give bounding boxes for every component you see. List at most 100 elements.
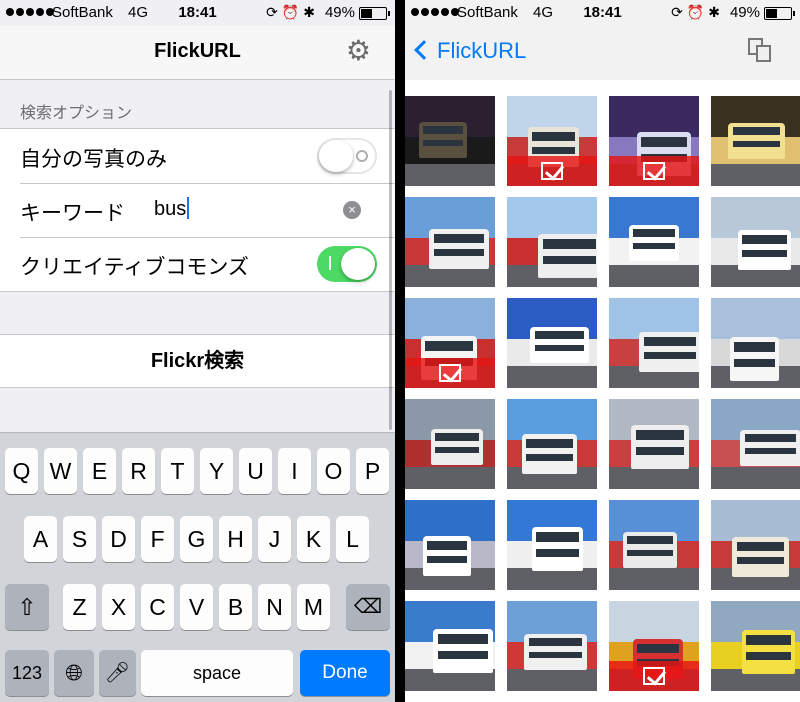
thumbnail-road <box>507 668 597 691</box>
thumbnail-sky <box>711 298 800 339</box>
thumbnail-sky <box>507 197 597 238</box>
microphone-icon[interactable]: 🎤︎ <box>99 650 136 696</box>
key-j[interactable]: J <box>258 516 291 562</box>
photo-thumbnail[interactable] <box>507 399 597 489</box>
key-m[interactable]: M <box>297 584 330 630</box>
key-v[interactable]: V <box>180 584 213 630</box>
chevron-left-icon <box>414 40 434 60</box>
photo-thumbnail[interactable] <box>405 500 495 590</box>
keyboard: Q W E R T Y U I O P A S D F G H J K L ⇧ … <box>0 432 395 702</box>
key-c[interactable]: C <box>141 584 174 630</box>
photo-thumbnail[interactable] <box>405 298 495 388</box>
photo-thumbnail[interactable] <box>507 601 597 691</box>
flickr-search-button[interactable]: Flickr検索 <box>0 334 395 388</box>
battery-icon <box>359 7 390 20</box>
gear-icon[interactable]: ⚙ <box>346 34 371 67</box>
search-screen: SoftBank 4G 18:41 ⟳⏰✱ 49% FlickURL ⚙ 検索オ… <box>0 0 395 702</box>
bus-image <box>431 429 483 465</box>
key-u[interactable]: U <box>239 448 272 494</box>
checkmark-icon <box>541 162 563 180</box>
numbers-key[interactable]: 123 <box>5 650 49 696</box>
photo-thumbnail[interactable] <box>711 197 800 287</box>
photo-thumbnail[interactable] <box>507 500 597 590</box>
key-n[interactable]: N <box>258 584 291 630</box>
photo-thumbnail[interactable] <box>609 601 699 691</box>
photo-thumbnail[interactable] <box>711 500 800 590</box>
thumbnail-road <box>711 466 800 489</box>
key-g[interactable]: G <box>180 516 213 562</box>
done-key[interactable]: Done <box>300 650 390 696</box>
key-o[interactable]: O <box>317 448 350 494</box>
photo-thumbnail[interactable] <box>711 601 800 691</box>
key-r[interactable]: R <box>122 448 155 494</box>
key-f[interactable]: F <box>141 516 174 562</box>
key-y[interactable]: Y <box>200 448 233 494</box>
photo-thumbnail[interactable] <box>609 500 699 590</box>
thumbnail-sky <box>405 500 495 541</box>
space-key[interactable]: space <box>141 650 293 696</box>
back-button[interactable]: FlickURL <box>414 38 526 64</box>
key-w[interactable]: W <box>44 448 77 494</box>
photo-thumbnail[interactable] <box>711 96 800 186</box>
photo-thumbnail[interactable] <box>609 399 699 489</box>
copy-icon[interactable] <box>748 38 774 64</box>
key-x[interactable]: X <box>102 584 135 630</box>
own-photos-toggle[interactable] <box>317 138 377 174</box>
creative-commons-row: クリエイティブコモンズ <box>0 237 395 291</box>
bus-image <box>419 122 467 158</box>
bus-image <box>631 425 689 469</box>
text-cursor <box>187 197 190 219</box>
key-b[interactable]: B <box>219 584 252 630</box>
key-l[interactable]: L <box>336 516 369 562</box>
options-table: 自分の写真のみ キーワード bus × クリエイティブコモンズ <box>0 128 395 292</box>
battery-percent: 49% <box>324 4 355 21</box>
photo-thumbnail[interactable] <box>507 96 597 186</box>
photo-thumbnail[interactable] <box>609 197 699 287</box>
status-icons: ⟳⏰✱ <box>671 4 724 20</box>
key-e[interactable]: E <box>83 448 116 494</box>
status-bar: SoftBank 4G 18:41 ⟳⏰✱ 49% <box>405 0 800 26</box>
creative-commons-toggle[interactable] <box>317 246 377 282</box>
photo-thumbnail[interactable] <box>405 197 495 287</box>
bus-image <box>728 123 785 159</box>
key-q[interactable]: Q <box>5 448 38 494</box>
globe-icon[interactable]: 🌐︎ <box>54 650 94 696</box>
bus-image <box>429 229 489 269</box>
key-k[interactable]: K <box>297 516 330 562</box>
bus-image <box>629 225 679 261</box>
keyword-value: bus <box>154 198 187 220</box>
photo-thumbnail[interactable] <box>405 96 495 186</box>
photo-thumbnail[interactable] <box>609 298 699 388</box>
photo-thumbnail[interactable] <box>405 399 495 489</box>
clear-text-icon[interactable]: × <box>343 201 361 219</box>
checkmark-icon <box>439 364 461 382</box>
photo-thumbnail[interactable] <box>711 298 800 388</box>
photo-thumbnail[interactable] <box>507 298 597 388</box>
key-t[interactable]: T <box>161 448 194 494</box>
bus-image <box>522 434 577 474</box>
status-bar: SoftBank 4G 18:41 ⟳⏰✱ 49% <box>0 0 395 26</box>
key-h[interactable]: H <box>219 516 252 562</box>
photo-thumbnail[interactable] <box>405 601 495 691</box>
key-d[interactable]: D <box>102 516 135 562</box>
thumbnail-road <box>405 466 495 489</box>
thumbnail-sky <box>609 601 699 642</box>
photo-thumbnail[interactable] <box>507 197 597 287</box>
page-title: FlickURL <box>154 40 241 62</box>
bus-image <box>742 630 795 674</box>
key-a[interactable]: A <box>24 516 57 562</box>
scroll-indicator <box>389 90 392 430</box>
shift-key-icon[interactable]: ⇧ <box>5 584 49 630</box>
bus-image <box>740 430 800 466</box>
bus-image <box>423 536 471 576</box>
key-p[interactable]: P <box>356 448 389 494</box>
status-icons: ⟳⏰✱ <box>266 4 319 20</box>
key-z[interactable]: Z <box>63 584 96 630</box>
key-i[interactable]: I <box>278 448 311 494</box>
key-s[interactable]: S <box>63 516 96 562</box>
keyword-input[interactable]: bus <box>154 197 314 221</box>
thumbnail-sky <box>405 298 495 339</box>
photo-thumbnail[interactable] <box>711 399 800 489</box>
photo-thumbnail[interactable] <box>609 96 699 186</box>
delete-key-icon[interactable]: ⌫ <box>346 584 390 630</box>
